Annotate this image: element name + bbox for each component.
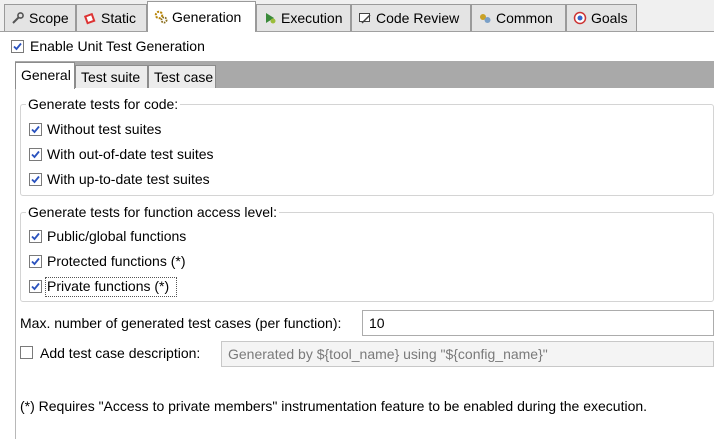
tab-generation[interactable]: Generation xyxy=(147,1,256,32)
protected-functions-checkbox[interactable] xyxy=(29,255,42,268)
max-test-cases-label: Max. number of generated test cases (per… xyxy=(20,315,342,331)
tab-test-suite[interactable]: Test suite xyxy=(75,65,148,88)
out-of-date-test-suites-checkbox[interactable] xyxy=(29,148,42,161)
run-icon xyxy=(266,13,276,24)
code-group-title: Generate tests for code: xyxy=(26,96,181,112)
enable-unit-test-generation-checkbox[interactable] xyxy=(11,40,24,53)
static-analysis-icon xyxy=(83,12,96,25)
protected-functions-label[interactable]: Protected functions (*) xyxy=(47,253,186,269)
tab-test-case[interactable]: Test case xyxy=(148,65,216,88)
add-test-case-description-label[interactable]: Add test case description: xyxy=(40,345,200,361)
up-to-date-test-suites-label[interactable]: With up-to-date test suites xyxy=(47,171,210,187)
checkmark-icon xyxy=(31,150,40,159)
tab-goals[interactable]: Goals xyxy=(566,4,637,31)
footnote: (*) Requires "Access to private members"… xyxy=(20,398,648,414)
tab-label: Code Review xyxy=(376,10,460,26)
target-icon xyxy=(573,11,587,25)
tab-general[interactable]: General xyxy=(15,62,75,89)
wrench-icon xyxy=(12,12,24,24)
tab-common[interactable]: Common xyxy=(471,4,566,31)
tab-code-review[interactable]: Code Review xyxy=(351,4,471,31)
tab-label: Common xyxy=(496,10,553,26)
without-test-suites-checkbox[interactable] xyxy=(29,123,42,136)
tab-label: Execution xyxy=(281,10,343,26)
public-functions-checkbox[interactable] xyxy=(29,230,42,243)
tab-label: Static xyxy=(101,10,137,26)
tab-label: Goals xyxy=(591,10,628,26)
out-of-date-test-suites-label[interactable]: With out-of-date test suites xyxy=(47,146,214,162)
access-group-title: Generate tests for function access level… xyxy=(26,204,280,220)
tab-label: Generation xyxy=(172,9,242,25)
gears-icon xyxy=(154,10,168,24)
enable-unit-test-generation-label[interactable]: Enable Unit Test Generation xyxy=(30,38,205,54)
add-test-case-description-checkbox[interactable] xyxy=(20,346,33,359)
tab-static[interactable]: Static xyxy=(76,4,147,31)
checkmark-icon xyxy=(31,232,40,241)
test-case-description-input[interactable]: Generated by ${tool_name} using "${confi… xyxy=(221,341,714,367)
checkmark-icon xyxy=(31,175,40,184)
top-tab-bar: Scope Static Generation Execution Code R… xyxy=(0,0,714,32)
checkmark-icon xyxy=(13,42,22,51)
checkmark-icon xyxy=(31,282,40,291)
private-functions-label[interactable]: Private functions (*) xyxy=(47,278,169,294)
code-review-icon xyxy=(359,13,371,24)
without-test-suites-label[interactable]: Without test suites xyxy=(47,121,161,137)
checkmark-icon xyxy=(31,125,40,134)
private-functions-checkbox[interactable] xyxy=(29,280,42,293)
tab-execution[interactable]: Execution xyxy=(256,4,351,31)
checkmark-icon xyxy=(31,257,40,266)
common-icon xyxy=(480,14,491,23)
tab-label: Scope xyxy=(29,10,69,26)
up-to-date-test-suites-checkbox[interactable] xyxy=(29,173,42,186)
max-test-cases-input[interactable]: 10 xyxy=(362,310,714,336)
tab-scope[interactable]: Scope xyxy=(4,4,76,31)
public-functions-label[interactable]: Public/global functions xyxy=(47,228,186,244)
